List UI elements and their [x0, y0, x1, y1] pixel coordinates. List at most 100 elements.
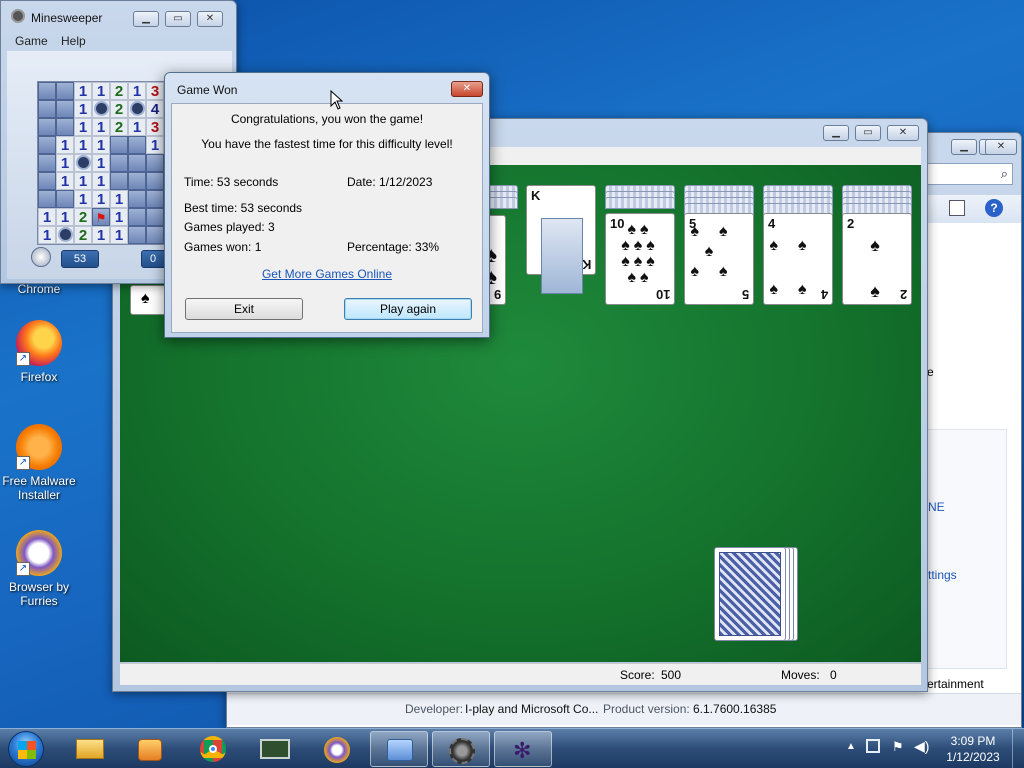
minimize-button[interactable]: ▁	[951, 139, 977, 155]
ms-cell-number[interactable]: 2	[110, 82, 128, 100]
ms-cell[interactable]	[56, 82, 74, 100]
network-icon[interactable]	[866, 739, 880, 753]
taskbar-task-manager[interactable]	[246, 731, 304, 767]
ms-cell[interactable]	[146, 190, 164, 208]
minimize-button[interactable]: ▁	[823, 125, 849, 141]
ms-cell[interactable]	[38, 82, 56, 100]
ms-cell-number[interactable]: 4	[146, 100, 164, 118]
ms-cell[interactable]	[128, 190, 146, 208]
ms-cell[interactable]	[38, 154, 56, 172]
ms-cell[interactable]	[38, 100, 56, 118]
ms-cell[interactable]	[128, 226, 146, 244]
ms-cell-number[interactable]: 1	[110, 208, 128, 226]
stock-pile[interactable]	[714, 547, 802, 643]
ms-cell-number[interactable]: 3	[146, 82, 164, 100]
ms-cell[interactable]	[110, 136, 128, 154]
desktop-icon-firefox[interactable]: ↗ Firefox	[0, 320, 78, 384]
help-icon[interactable]: ?	[985, 199, 1003, 217]
mine-icon[interactable]	[56, 226, 74, 244]
ms-cell-number[interactable]: 1	[74, 118, 92, 136]
ms-cell[interactable]	[38, 190, 56, 208]
ms-cell-number[interactable]: 3	[146, 118, 164, 136]
ms-cell-number[interactable]: 1	[74, 82, 92, 100]
ms-cell-number[interactable]: 1	[56, 154, 74, 172]
ms-cell-number[interactable]: 1	[110, 226, 128, 244]
ms-cell-number[interactable]: 2	[110, 118, 128, 136]
ms-cell-number[interactable]: 1	[38, 226, 56, 244]
desktop-icon-browser-by-furries[interactable]: ↗ Browser by Furries	[0, 530, 78, 608]
task-link[interactable]: NE	[928, 500, 945, 514]
ms-cell[interactable]	[146, 154, 164, 172]
ms-cell[interactable]	[38, 136, 56, 154]
close-button[interactable]: ✕	[197, 11, 223, 27]
ms-cell-number[interactable]: 1	[146, 136, 164, 154]
taskbar-explorer[interactable]	[60, 731, 118, 767]
ms-cell[interactable]	[128, 172, 146, 190]
ms-cell-number[interactable]: 1	[74, 136, 92, 154]
ms-cell[interactable]	[146, 172, 164, 190]
taskbar-solitaire[interactable]: ✻	[494, 731, 552, 767]
exit-button[interactable]: Exit	[185, 298, 303, 320]
ms-cell[interactable]	[56, 100, 74, 118]
mine-icon[interactable]	[128, 100, 146, 118]
ms-cell-number[interactable]: 1	[38, 208, 56, 226]
ms-cell-number[interactable]: 1	[110, 190, 128, 208]
task-link[interactable]: ttings	[928, 568, 957, 582]
ms-cell[interactable]	[110, 172, 128, 190]
show-hidden-icons-icon[interactable]: ▲	[846, 741, 856, 752]
taskbar-chrome[interactable]	[184, 731, 242, 767]
ms-cell[interactable]	[128, 154, 146, 172]
action-center-icon[interactable]: ⚑	[892, 739, 904, 755]
ms-cell-number[interactable]: 1	[92, 82, 110, 100]
ms-cell-number[interactable]: 1	[74, 190, 92, 208]
mine-icon[interactable]	[74, 154, 92, 172]
taskbar-games-explorer[interactable]	[370, 731, 428, 767]
ms-cell[interactable]	[128, 208, 146, 226]
ms-cell[interactable]	[56, 118, 74, 136]
ms-cell-number[interactable]: 1	[128, 82, 146, 100]
ms-cell-number[interactable]: 1	[92, 190, 110, 208]
flag-icon[interactable]: ⚑	[92, 208, 110, 226]
close-button[interactable]: ✕	[887, 125, 919, 141]
ms-cell-number[interactable]: 1	[92, 136, 110, 154]
playing-card[interactable]: 2 2 ♠ ♠	[842, 213, 912, 305]
ms-cell-number[interactable]: 1	[92, 172, 110, 190]
ms-cell-number[interactable]: 1	[56, 136, 74, 154]
ms-cell-number[interactable]: 2	[74, 226, 92, 244]
preview-pane-icon[interactable]	[949, 200, 965, 216]
ms-cell-number[interactable]: 1	[92, 226, 110, 244]
show-desktop-button[interactable]	[1012, 729, 1024, 768]
taskbar-media-player[interactable]	[122, 731, 180, 767]
ms-cell[interactable]	[146, 208, 164, 226]
desktop-icon-free-malware-installer[interactable]: ↗ Free Malware Installer	[0, 424, 78, 502]
close-button[interactable]: ✕	[451, 81, 483, 97]
minefield[interactable]: 1 1 2 1 3 1 2 4 1 1 2 1 3 1 1 1 1 1 1 1 1 1 1 1 1 1 1 2 ⚑ 1 1 2 1 1	[37, 81, 165, 245]
ms-cell-number[interactable]: 1	[74, 100, 92, 118]
menu-game[interactable]: Game	[15, 34, 48, 48]
ms-cell[interactable]	[56, 190, 74, 208]
ms-cell[interactable]	[146, 226, 164, 244]
maximize-button[interactable]: ▭	[165, 11, 191, 27]
minimize-button[interactable]: ▁	[133, 11, 159, 27]
ms-cell-number[interactable]: 1	[92, 154, 110, 172]
get-more-games-link[interactable]: Get More Games Online	[172, 267, 482, 281]
play-again-button[interactable]: Play again	[344, 298, 472, 320]
ms-cell[interactable]	[38, 172, 56, 190]
system-clock[interactable]: 3:09 PM 1/12/2023	[938, 733, 1008, 765]
ms-cell[interactable]	[128, 136, 146, 154]
mine-icon[interactable]	[92, 100, 110, 118]
playing-card[interactable]: 4 4 ♠♠ ♠♠	[763, 213, 833, 305]
search-box[interactable]: ⌕	[925, 163, 1013, 185]
taskbar-minesweeper[interactable]	[432, 731, 490, 767]
playing-card[interactable]: 10 10 ♠♠ ♠♠♠ ♠♠♠ ♠♠	[605, 213, 675, 305]
playing-card[interactable]: 5 5 ♠♠ ♠ ♠♠	[684, 213, 754, 305]
ms-cell-number[interactable]: 1	[128, 118, 146, 136]
ms-cell-number[interactable]: 1	[92, 118, 110, 136]
ms-cell-number[interactable]: 2	[110, 100, 128, 118]
playing-card[interactable]: K K	[526, 185, 596, 294]
ms-cell-number[interactable]: 1	[56, 172, 74, 190]
ms-cell[interactable]	[110, 154, 128, 172]
start-button[interactable]	[8, 731, 44, 767]
desktop-icon-chrome[interactable]: Chrome	[0, 282, 78, 296]
ms-cell-number[interactable]: 2	[74, 208, 92, 226]
